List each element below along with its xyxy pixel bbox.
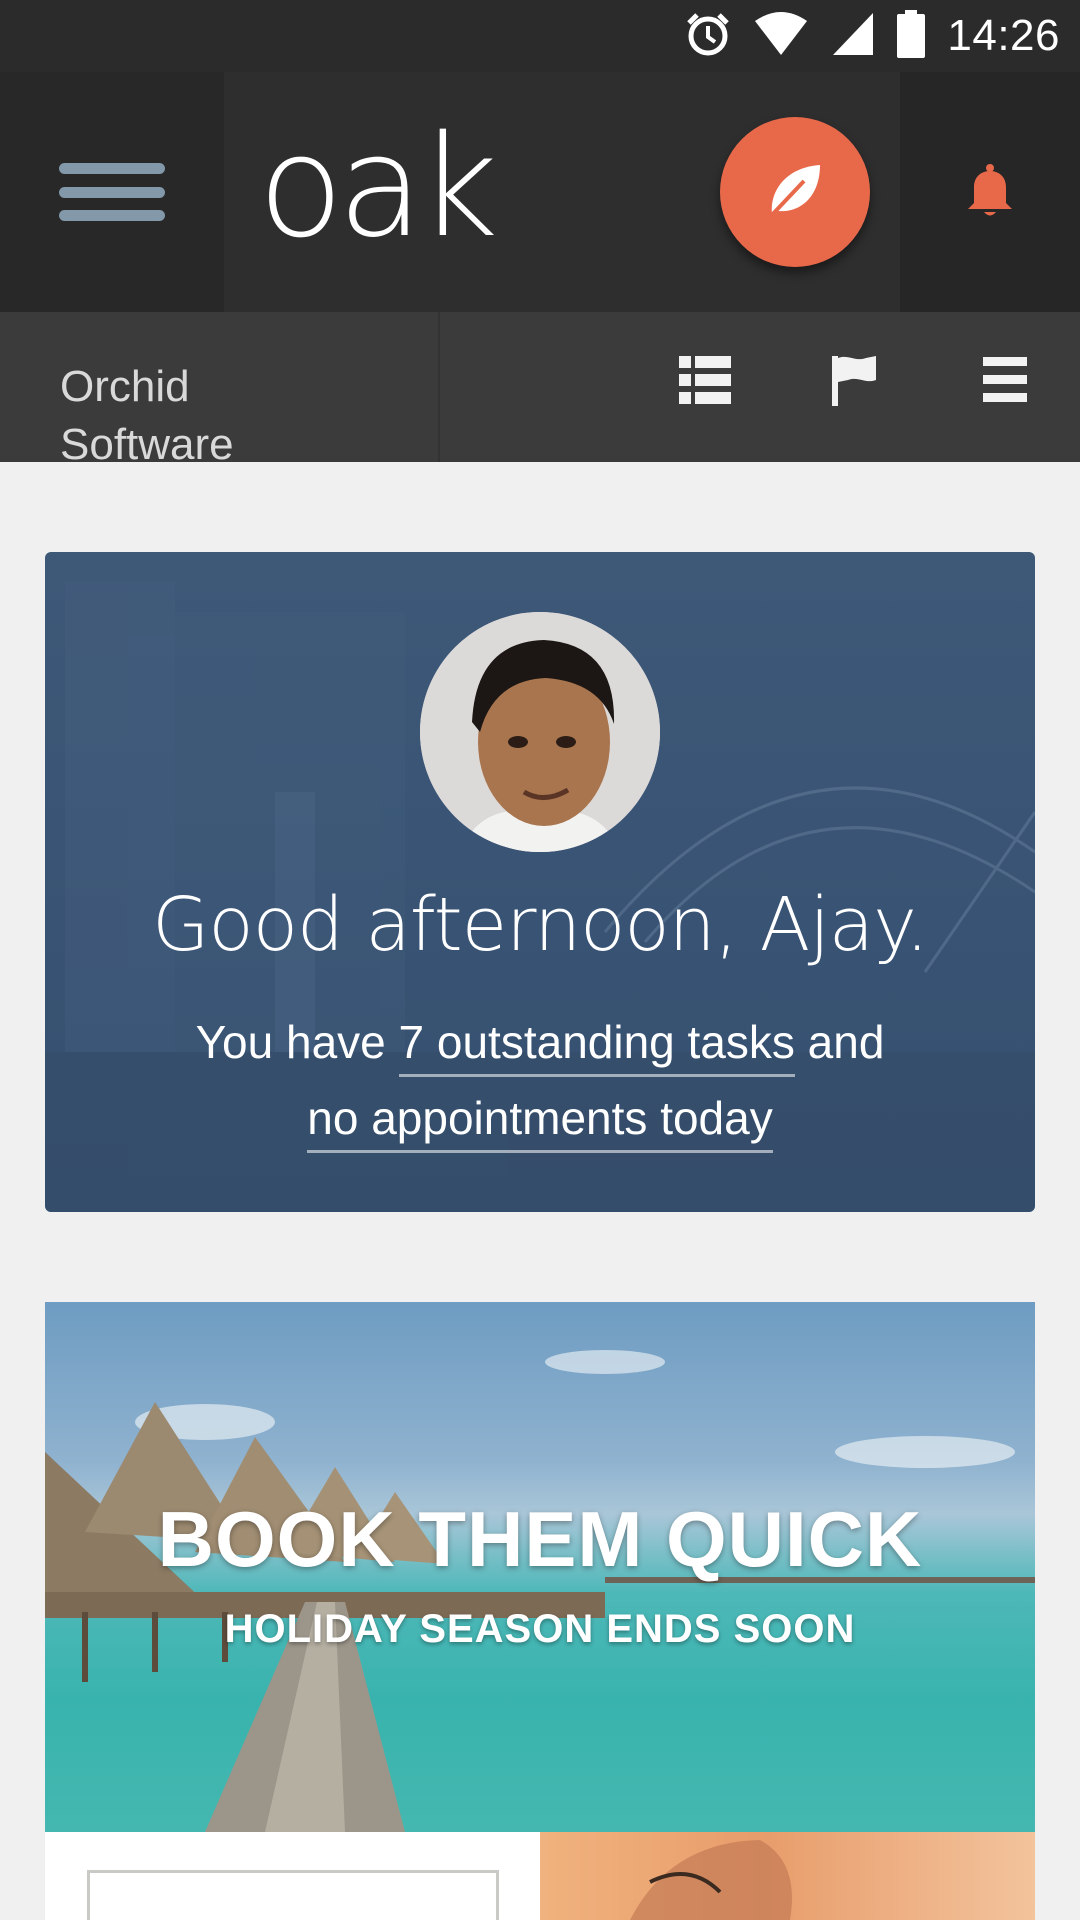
bottom-left-tile[interactable] [45,1832,540,1920]
flag-icon [832,354,878,411]
holiday-promo-banner[interactable]: BOOK THEM QUICK HOLIDAY SEASON ENDS SOON [45,1302,1035,1832]
more-menu-button[interactable] [975,352,1035,412]
hamburger-menu-icon [59,163,165,221]
greeting-text: Good afternoon, Ajay. [152,882,929,968]
wifi-icon [753,11,809,62]
leaf-icon [764,159,826,226]
promo-subtitle: HOLIDAY SEASON ENDS SOON [224,1607,856,1651]
organization-bar: Orchid Software [0,312,1080,462]
promo-title: BOOK THEM QUICK [157,1495,923,1583]
leaf-action-button[interactable] [720,117,870,267]
signal-icon [831,11,875,62]
status-icons: 14:26 [685,0,1060,72]
notifications-button[interactable] [900,72,1080,312]
menu-button[interactable] [0,72,224,312]
app-logo: oak [258,106,499,269]
organization-selector[interactable]: Orchid Software [0,312,440,462]
bell-icon [966,163,1014,222]
bottom-right-tile[interactable] [540,1832,1035,1920]
summary-middle: and [794,1016,885,1068]
greeting-card: Good afternoon, Ajay. You have 7 outstan… [45,552,1035,1212]
battery-icon [897,9,926,63]
organization-name: Orchid Software [60,362,234,462]
flag-button[interactable] [825,352,885,412]
alarm-icon [685,11,731,62]
app-bar: oak [0,72,1080,312]
user-avatar[interactable] [420,612,660,852]
hand-image [630,1840,792,1920]
tile-frame [87,1870,499,1920]
status-time: 14:26 [947,11,1060,60]
tasks-summary: You have 7 outstanding tasks and no appo… [45,1004,1035,1156]
summary-prefix: You have [195,1016,399,1068]
menu-lines-icon [983,356,1027,408]
appointments-link[interactable]: no appointments today [307,1092,773,1153]
list-view-icon [679,355,731,409]
list-view-button[interactable] [675,352,735,412]
outstanding-tasks-link[interactable]: 7 outstanding tasks [398,1016,795,1077]
status-bar: 14:26 [0,0,1080,72]
